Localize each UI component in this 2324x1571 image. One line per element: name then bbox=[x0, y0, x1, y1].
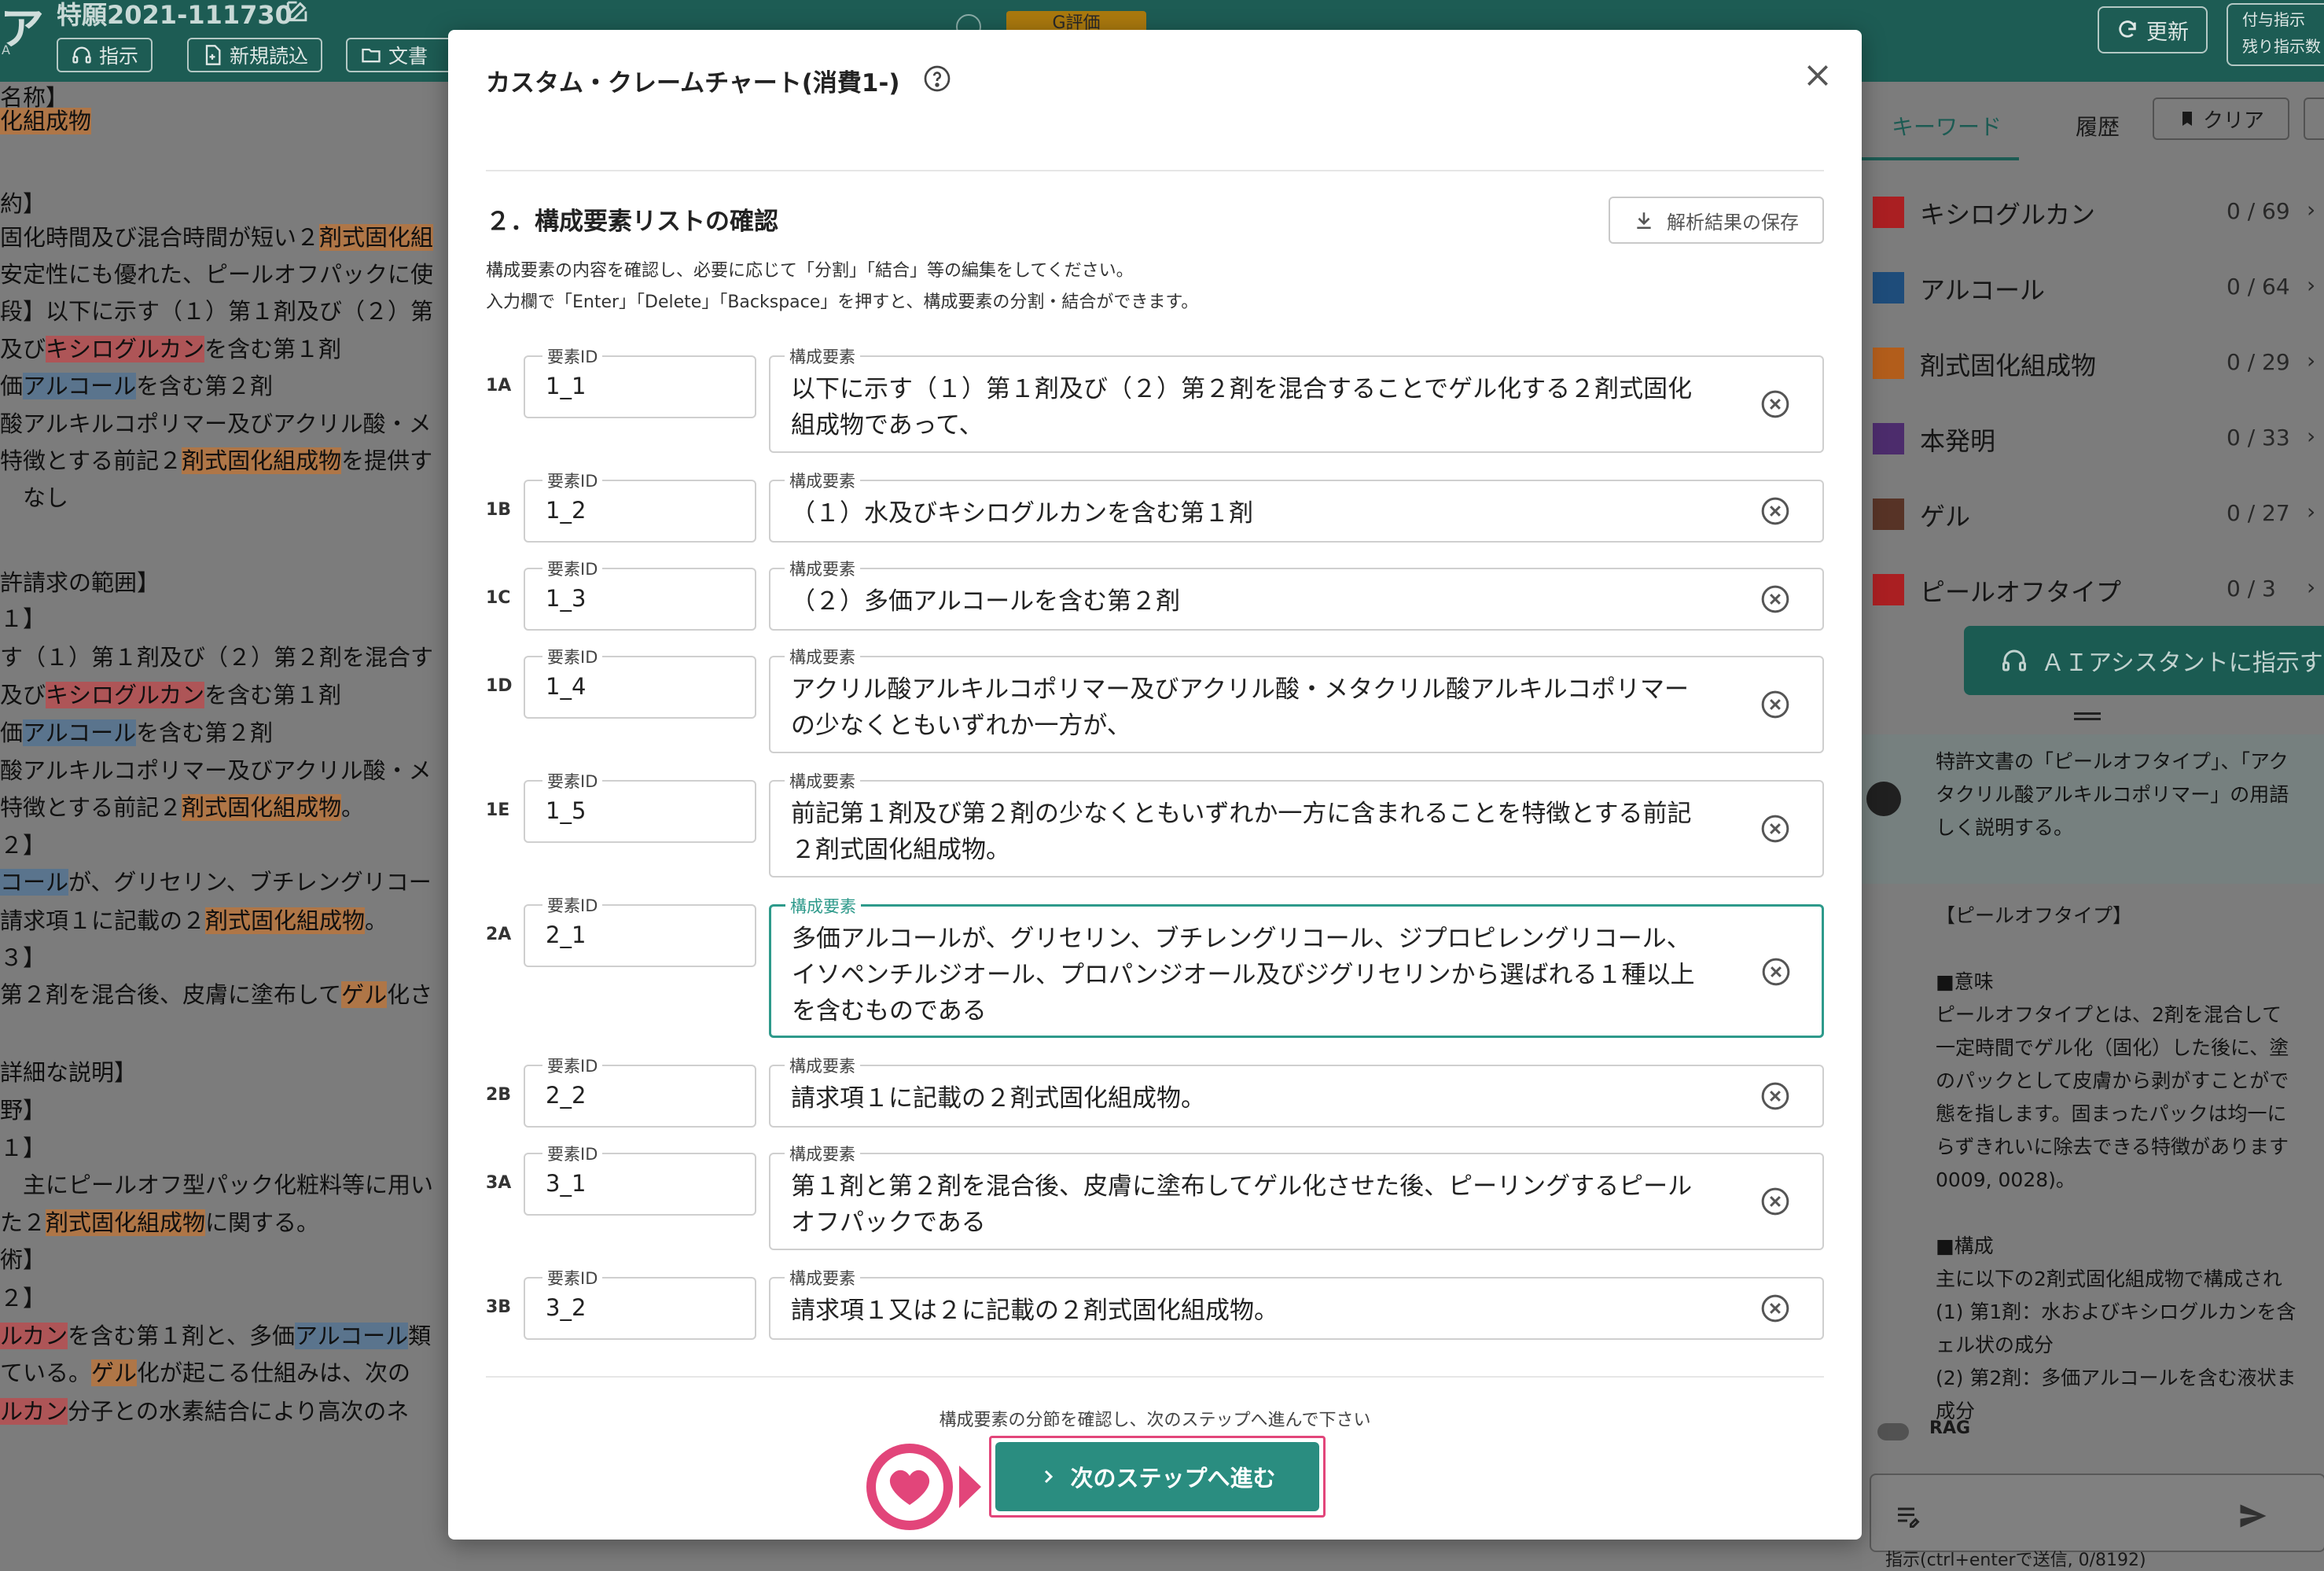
element-id-value: 3_2 bbox=[546, 1294, 587, 1321]
modal-divider bbox=[486, 170, 1824, 171]
clear-element-icon[interactable] bbox=[1760, 388, 1791, 420]
element-text-value: 多価アルコールが、グリセリン、ブチレングリコール、ジプロピレングリコール、 イソ… bbox=[792, 925, 1695, 1025]
next-step-hint: 構成要素の分節を確認し、次のステップへ進んで下さい bbox=[939, 1411, 1371, 1430]
help-icon[interactable] bbox=[923, 64, 951, 93]
element-text-field[interactable]: 構成要素アクリル酸アルキルコポリマー及びアクリル酸・メタクリル酸アルキルコポリマ… bbox=[769, 645, 1824, 753]
element-id-label: 要素ID bbox=[542, 344, 603, 368]
element-row: 2B 要素ID 2_2 構成要素請求項１に記載の２剤式固化組成物。 bbox=[486, 1054, 1824, 1128]
clear-element-icon[interactable] bbox=[1760, 956, 1792, 988]
element-text-field[interactable]: 構成要素 （２）多価アルコールを含む第２剤 bbox=[769, 557, 1824, 631]
element-text-value: （１）水及びキシログルカンを含む第１剤 bbox=[791, 499, 1254, 528]
element-id-label: 要素ID bbox=[542, 769, 603, 793]
element-row: 2A 要素ID 2_1 構成要素多価アルコールが、グリセリン、ブチレングリコール、ジプ… bbox=[486, 893, 1824, 1038]
element-row-label: 1D bbox=[486, 676, 513, 696]
element-id-value: 1_4 bbox=[546, 673, 587, 700]
element-id-label: 要素ID bbox=[542, 893, 603, 917]
element-text-value: 前記第１剤及び第２剤の少なくともいずれか一方に含まれることを特徴とする前記 ２剤… bbox=[791, 800, 1692, 864]
footer-divider bbox=[486, 1376, 1824, 1378]
element-id-label: 要素ID bbox=[542, 469, 603, 492]
element-id-value: 2_1 bbox=[546, 922, 587, 948]
element-text-value: （２）多価アルコールを含む第２剤 bbox=[791, 587, 1181, 616]
clear-element-icon[interactable] bbox=[1760, 1186, 1791, 1217]
element-text-field[interactable]: 構成要素請求項１に記載の２剤式固化組成物。 bbox=[769, 1054, 1824, 1128]
element-row-label: 1C bbox=[486, 588, 511, 608]
element-row-label: 3B bbox=[486, 1297, 512, 1317]
element-text-value: 第１剤と第２剤を混合後、皮膚に塗布してゲル化させた後、ピーリングするピール オフ… bbox=[791, 1172, 1693, 1237]
element-row-label: 3A bbox=[486, 1173, 512, 1193]
element-id-field[interactable]: 要素ID 1_2 bbox=[524, 469, 756, 543]
element-id-label: 要素ID bbox=[542, 1266, 603, 1290]
element-id-value: 2_2 bbox=[546, 1082, 587, 1109]
element-row-label: 2B bbox=[486, 1085, 512, 1105]
clear-element-icon[interactable] bbox=[1760, 813, 1791, 844]
instruction-line-2: 入力欄で「Enter」「Delete」「Backspace」を押すと、構成要素の… bbox=[486, 292, 1199, 312]
element-id-field[interactable]: 要素ID 3_2 bbox=[524, 1266, 756, 1340]
element-row: 3B 要素ID 3_2 構成要素請求項１又は２に記載の２剤式固化組成物。 bbox=[486, 1266, 1824, 1340]
next-step-button-label: 次のステップへ進む bbox=[1070, 1465, 1276, 1492]
element-text-value: 以下に示す（１）第１剤及び（２）第２剤を混合することでゲル化する２剤式固化 組成… bbox=[791, 375, 1693, 440]
element-text-label: 構成要素 bbox=[785, 1266, 860, 1290]
element-row-label: 1B bbox=[486, 500, 512, 520]
clear-element-icon[interactable] bbox=[1760, 689, 1791, 720]
element-row: 1B 要素ID 1_2 構成要素 （１）水及びキシログルカンを含む第１剤 bbox=[486, 469, 1824, 543]
element-row: 3A 要素ID 3_1 構成要素第１剤と第２剤を混合後、皮膚に塗布してゲル化させた後、… bbox=[486, 1142, 1824, 1250]
next-step-button[interactable]: 次のステップへ進む bbox=[995, 1442, 1319, 1511]
element-text-label: 構成要素 bbox=[785, 769, 860, 793]
element-id-label: 要素ID bbox=[542, 557, 603, 580]
element-id-field[interactable]: 要素ID 1_1 bbox=[524, 344, 756, 418]
element-id-value: 3_1 bbox=[546, 1170, 587, 1197]
element-text-label: 構成要素 bbox=[785, 344, 860, 368]
element-row-label: 1A bbox=[486, 376, 512, 396]
element-text-field[interactable]: 構成要素前記第１剤及び第２剤の少なくともいずれか一方に含まれることを特徴とする前… bbox=[769, 769, 1824, 877]
element-id-field[interactable]: 要素ID 1_3 bbox=[524, 557, 756, 631]
clear-element-icon[interactable] bbox=[1760, 1293, 1791, 1324]
element-id-field[interactable]: 要素ID 2_2 bbox=[524, 1054, 756, 1128]
element-id-field[interactable]: 要素ID 1_4 bbox=[524, 645, 756, 719]
step-title: ２．構成要素リストの確認 bbox=[486, 208, 778, 236]
element-text-value: 請求項１に記載の２剤式固化組成物。 bbox=[791, 1084, 1205, 1113]
element-text-label: 構成要素 bbox=[785, 469, 860, 492]
element-row: 1D 要素ID 1_4 構成要素アクリル酸アルキルコポリマー及びアクリル酸・メタクリル… bbox=[486, 645, 1824, 753]
element-text-label: 構成要素 bbox=[785, 645, 860, 668]
heart-pointer-icon bbox=[866, 1444, 981, 1530]
element-text-value: アクリル酸アルキルコポリマー及びアクリル酸・メタクリル酸アルキルコポリマー の少… bbox=[791, 675, 1690, 740]
download-icon bbox=[1637, 212, 1651, 230]
modal-title: カスタム・クレームチャート(消費1-) bbox=[486, 69, 900, 97]
save-analysis-button[interactable]: 解析結果の保存 bbox=[1609, 197, 1824, 244]
element-text-field[interactable]: 構成要素請求項１又は２に記載の２剤式固化組成物。 bbox=[769, 1266, 1824, 1340]
element-id-field[interactable]: 要素ID 3_1 bbox=[524, 1142, 756, 1216]
save-analysis-label: 解析結果の保存 bbox=[1667, 211, 1799, 234]
element-row-label: 2A bbox=[486, 925, 512, 944]
element-id-value: 1_5 bbox=[546, 797, 587, 824]
element-text-label: 構成要素 bbox=[785, 1054, 860, 1077]
element-id-field[interactable]: 要素ID 1_5 bbox=[524, 769, 756, 843]
element-text-field[interactable]: 構成要素多価アルコールが、グリセリン、ブチレングリコール、ジプロピレングリコール… bbox=[769, 894, 1824, 1038]
element-row: 1C 要素ID 1_3 構成要素 （２）多価アルコールを含む第２剤 bbox=[486, 557, 1824, 631]
element-text-field[interactable]: 構成要素 （１）水及びキシログルカンを含む第１剤 bbox=[769, 469, 1824, 543]
element-id-value: 1_2 bbox=[546, 497, 587, 524]
element-id-label: 要素ID bbox=[542, 1054, 603, 1077]
element-row: 1A 要素ID 1_1 構成要素以下に示す（１）第１剤及び（２）第２剤を混合することで… bbox=[486, 344, 1824, 453]
element-text-field[interactable]: 構成要素第１剤と第２剤を混合後、皮膚に塗布してゲル化させた後、ピーリングするピー… bbox=[769, 1142, 1824, 1250]
element-row-label: 1E bbox=[486, 800, 510, 820]
instruction-line-1: 構成要素の内容を確認し、必要に応じて「分割」「結合」等の編集をしてください。 bbox=[486, 261, 1134, 281]
chevron-right-icon bbox=[1045, 1470, 1054, 1484]
element-id-label: 要素ID bbox=[542, 645, 603, 668]
clear-element-icon[interactable] bbox=[1760, 1080, 1791, 1112]
element-text-label: 構成要素 bbox=[785, 557, 860, 580]
claim-chart-modal: カスタム・クレームチャート(消費1-) ２．構成要素リストの確認 解析結果の保存… bbox=[448, 30, 1862, 1540]
element-id-value: 1_3 bbox=[546, 585, 587, 612]
element-text-value: 請求項１又は２に記載の２剤式固化組成物。 bbox=[791, 1297, 1278, 1325]
element-row: 1E 要素ID 1_5 構成要素前記第１剤及び第２剤の少なくともいずれか一方に含まれる… bbox=[486, 769, 1824, 877]
close-icon[interactable] bbox=[1802, 60, 1833, 91]
element-id-field[interactable]: 要素ID 2_1 bbox=[524, 893, 756, 967]
element-text-label: 構成要素 bbox=[785, 1142, 860, 1165]
clear-element-icon[interactable] bbox=[1760, 495, 1791, 527]
clear-element-icon[interactable] bbox=[1760, 583, 1791, 615]
element-text-label: 構成要素 bbox=[785, 894, 861, 918]
element-id-label: 要素ID bbox=[542, 1142, 603, 1165]
element-id-value: 1_1 bbox=[546, 373, 587, 399]
element-text-field[interactable]: 構成要素以下に示す（１）第１剤及び（２）第２剤を混合することでゲル化する２剤式固… bbox=[769, 344, 1824, 453]
